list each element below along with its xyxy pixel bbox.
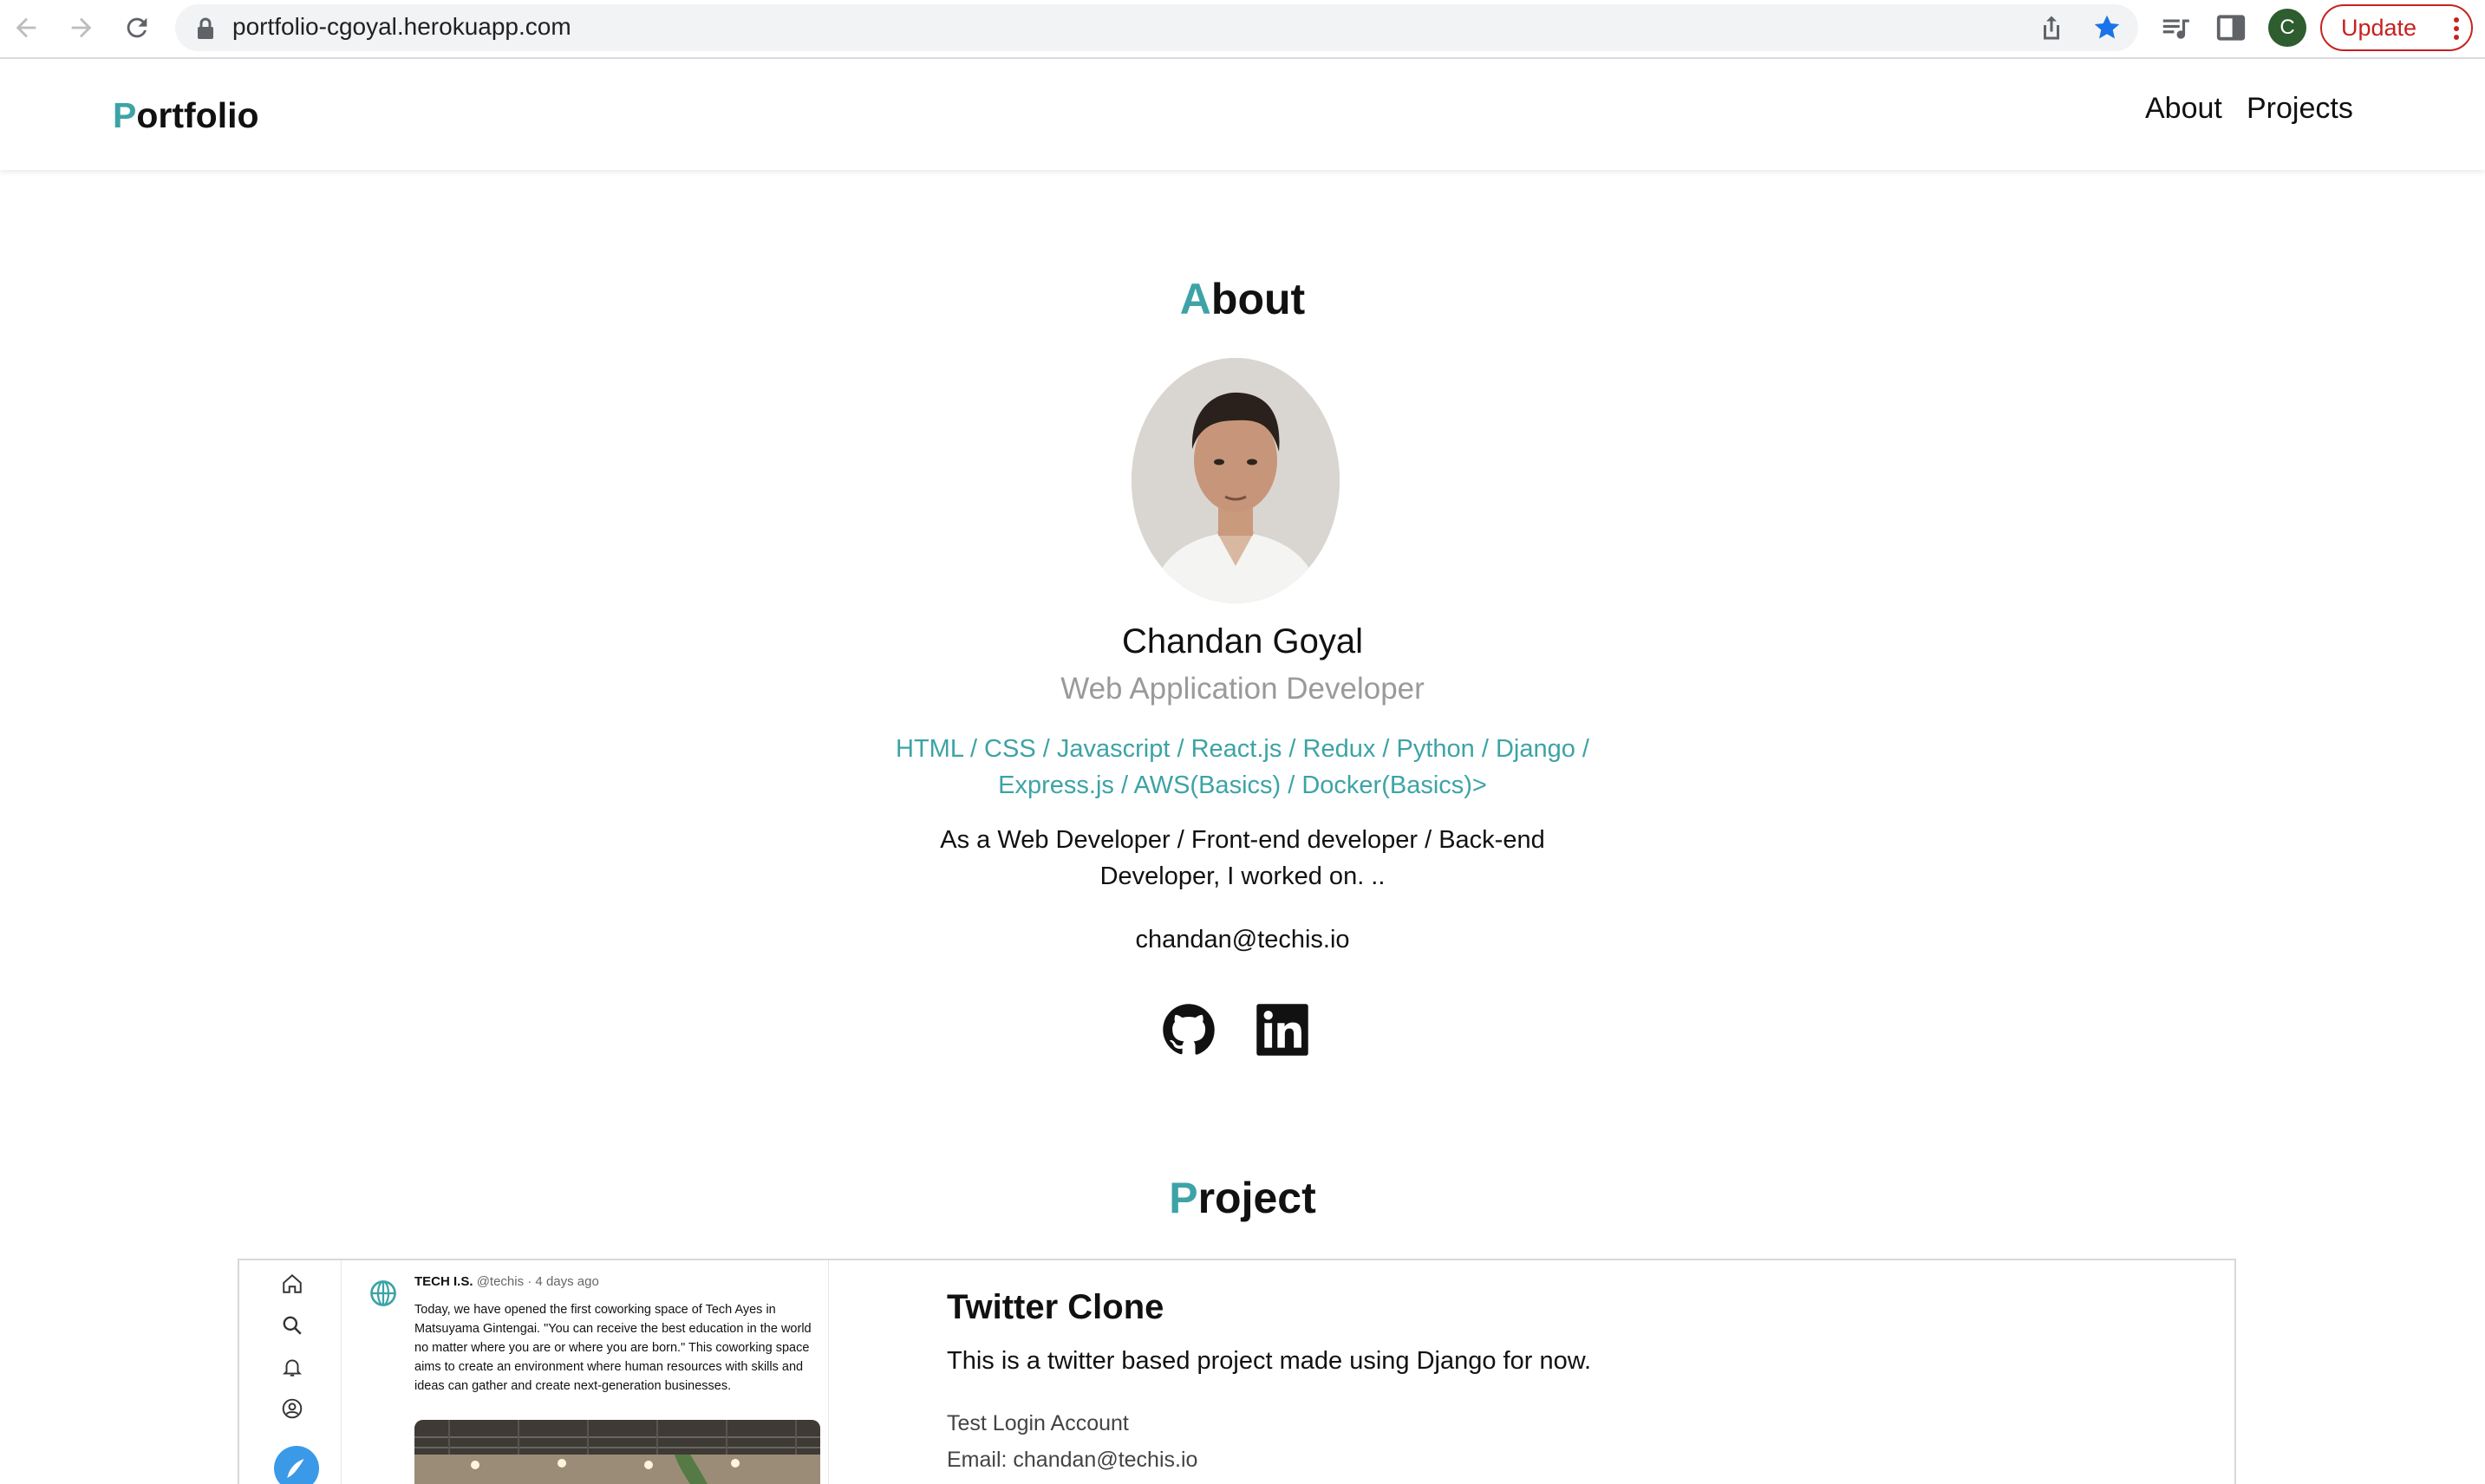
about-heading-initial: A — [1179, 275, 1211, 323]
nav-about-link[interactable]: About — [2145, 92, 2222, 126]
linkedin-icon[interactable] — [1256, 1003, 1309, 1057]
media-icon[interactable] — [2159, 11, 2192, 44]
profile-photo — [1132, 358, 1340, 603]
more-vert-icon — [2454, 17, 2459, 40]
brand-rest: ortfolio — [136, 95, 259, 135]
reload-button[interactable] — [118, 9, 156, 47]
person-role: Web Application Developer — [1060, 672, 1425, 706]
project-description: This is a twitter based project made usi… — [947, 1347, 1592, 1375]
project-heading-rest: roject — [1197, 1174, 1316, 1222]
url-text[interactable]: portfolio-cgoyal.herokuapp.com — [232, 13, 571, 41]
bookmark-star-icon[interactable] — [2091, 12, 2123, 43]
site-header: Portfolio About Projects — [0, 59, 2485, 170]
project-heading-initial: P — [1169, 1174, 1198, 1222]
about-heading: About — [0, 274, 2485, 324]
globe-icon — [370, 1280, 396, 1306]
test-login-email: Email: chandan@techis.io — [947, 1448, 1198, 1472]
bell-icon — [282, 1359, 303, 1377]
arrow-left-icon — [16, 17, 36, 38]
side-panel-icon[interactable] — [2214, 11, 2247, 44]
bio-text: As a Web Developer / Front-end developer… — [940, 826, 1545, 890]
thumbnail-sidebar — [239, 1260, 342, 1484]
project-heading: Project — [0, 1173, 2485, 1223]
tweet-image — [414, 1420, 820, 1484]
project-thumbnail[interactable]: TECH I.S. @techis · 4 days ago Today, we… — [239, 1260, 829, 1484]
office-photo-icon — [414, 1420, 820, 1484]
tweet-meta: @techis · 4 days ago — [476, 1274, 599, 1289]
person-name: Chandan Goyal — [1122, 622, 1363, 661]
back-button[interactable] — [7, 9, 45, 47]
thumbnail-feed: TECH I.S. @techis · 4 days ago Today, we… — [342, 1260, 829, 1484]
reload-icon — [127, 17, 147, 38]
brand-initial: P — [113, 95, 137, 135]
skills-list: HTML / CSS / Javascript / React.js / Red… — [896, 735, 1589, 799]
update-button[interactable]: Update — [2320, 4, 2473, 51]
profile-icon — [282, 1398, 303, 1419]
share-icon[interactable] — [2036, 12, 2067, 43]
contact-email[interactable]: chandan@techis.io — [0, 926, 2485, 954]
project-title[interactable]: Twitter Clone — [947, 1288, 1164, 1327]
about-heading-rest: bout — [1210, 275, 1306, 323]
tweet-author: TECH I.S. — [414, 1274, 473, 1289]
person-portrait-icon — [1132, 358, 1340, 603]
test-login-label: Test Login Account — [947, 1411, 1129, 1435]
lock-icon — [198, 17, 213, 39]
brand-logo[interactable]: Portfolio — [113, 95, 259, 136]
compose-tweet-icon — [274, 1446, 319, 1484]
tweet-header: TECH I.S. @techis · 4 days ago — [414, 1274, 599, 1289]
browser-toolbar: portfolio-cgoyal.herokuapp.com C Update — [0, 0, 2485, 59]
nav-projects-link[interactable]: Projects — [2247, 92, 2353, 126]
update-label: Update — [2341, 14, 2417, 41]
profile-avatar[interactable]: C — [2268, 9, 2306, 47]
project-card[interactable]: TECH I.S. @techis · 4 days ago Today, we… — [238, 1259, 2236, 1484]
tweet-text: Today, we have opened the first coworkin… — [414, 1303, 812, 1393]
forward-button[interactable] — [62, 9, 101, 47]
search-icon — [283, 1316, 302, 1335]
home-icon — [283, 1273, 302, 1293]
github-icon[interactable] — [1162, 1003, 1216, 1057]
arrow-right-icon — [71, 17, 92, 38]
